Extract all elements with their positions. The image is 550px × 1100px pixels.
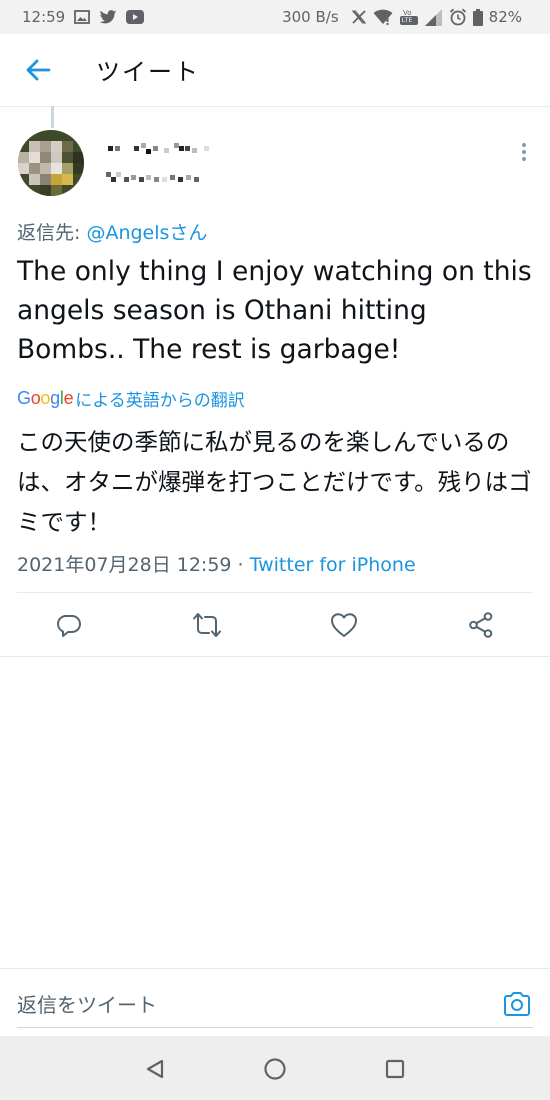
camera-button[interactable]: [502, 989, 532, 1019]
nav-home-icon: [264, 1058, 286, 1080]
page-title: ツイート: [96, 58, 200, 86]
more-vertical-icon: [522, 143, 526, 161]
twitter-icon: [99, 9, 117, 25]
tweet-timestamp[interactable]: 2021年07月28日 12:59: [17, 554, 232, 576]
more-options-button[interactable]: [512, 140, 536, 164]
tweet-text: The only thing I enjoy watching on this …: [17, 256, 532, 365]
alarm-icon: [449, 8, 467, 26]
nav-recents-button[interactable]: [382, 1056, 408, 1082]
reply-to-line: 返信先: @Angelsさん: [17, 218, 207, 245]
google-logo: Google: [17, 388, 74, 408]
network-speed: 300 B/s: [282, 8, 339, 26]
camera-icon: [504, 992, 530, 1016]
tweet-actions: [0, 594, 550, 656]
thread-line: [51, 106, 54, 128]
share-button[interactable]: [466, 610, 496, 640]
like-button[interactable]: [329, 610, 359, 640]
battery-level: 82%: [488, 8, 522, 26]
reply-to-mention-link[interactable]: @Angelsさん: [86, 222, 207, 244]
wifi-icon: [373, 9, 393, 25]
translation-label: による英語からの翻訳: [75, 391, 245, 411]
battery-icon: [472, 8, 483, 26]
timestamp-separator: ·: [231, 554, 250, 576]
retweet-button[interactable]: [192, 610, 222, 640]
divider: [0, 656, 550, 657]
reply-to-prefix: 返信先:: [17, 222, 87, 244]
reply-composer: 返信をツイート: [0, 968, 550, 1037]
volte-icon: Vo LTE: [399, 7, 419, 27]
reply-input[interactable]: 返信をツイート: [17, 989, 157, 1018]
translation-attribution[interactable]: Google による英語からの翻訳: [17, 386, 245, 411]
system-navigation-bar: [0, 1036, 550, 1100]
signal-icon: [424, 8, 443, 26]
share-icon: [469, 612, 493, 638]
reply-icon: [57, 615, 81, 637]
timestamp-row: 2021年07月28日 12:59 · Twitter for iPhone: [17, 550, 416, 577]
status-bar: 12:59 300 B/s Vo LTE 82%: [0, 0, 550, 34]
status-time: 12:59: [22, 8, 66, 26]
translated-text: この天使の季節に私が見るのを楽しんでいるのは、オタニが爆弾を打つことだけです。残…: [17, 428, 532, 536]
image-icon: [74, 9, 91, 25]
nav-home-button[interactable]: [262, 1056, 288, 1082]
app-header: ツイート: [0, 34, 550, 107]
avatar[interactable]: [18, 130, 84, 196]
tweet-detail-screen: 12:59 300 B/s Vo LTE 82% ツイート 返信先: @Ange…: [0, 0, 550, 1100]
youtube-icon: [126, 10, 145, 24]
heart-icon: [331, 613, 357, 637]
tweet-source-link[interactable]: Twitter for iPhone: [250, 554, 416, 576]
nav-back-button[interactable]: [142, 1056, 168, 1082]
reply-input-underline: [17, 1027, 533, 1028]
reply-button[interactable]: [54, 610, 84, 640]
nav-back-icon: [146, 1059, 164, 1079]
volte-label: LTE: [401, 16, 413, 24]
back-arrow-icon: [26, 59, 51, 81]
back-button[interactable]: [18, 50, 58, 90]
divider: [17, 592, 533, 593]
nav-recents-icon: [385, 1059, 405, 1079]
retweet-icon: [193, 613, 221, 637]
x-icon: [351, 9, 367, 25]
